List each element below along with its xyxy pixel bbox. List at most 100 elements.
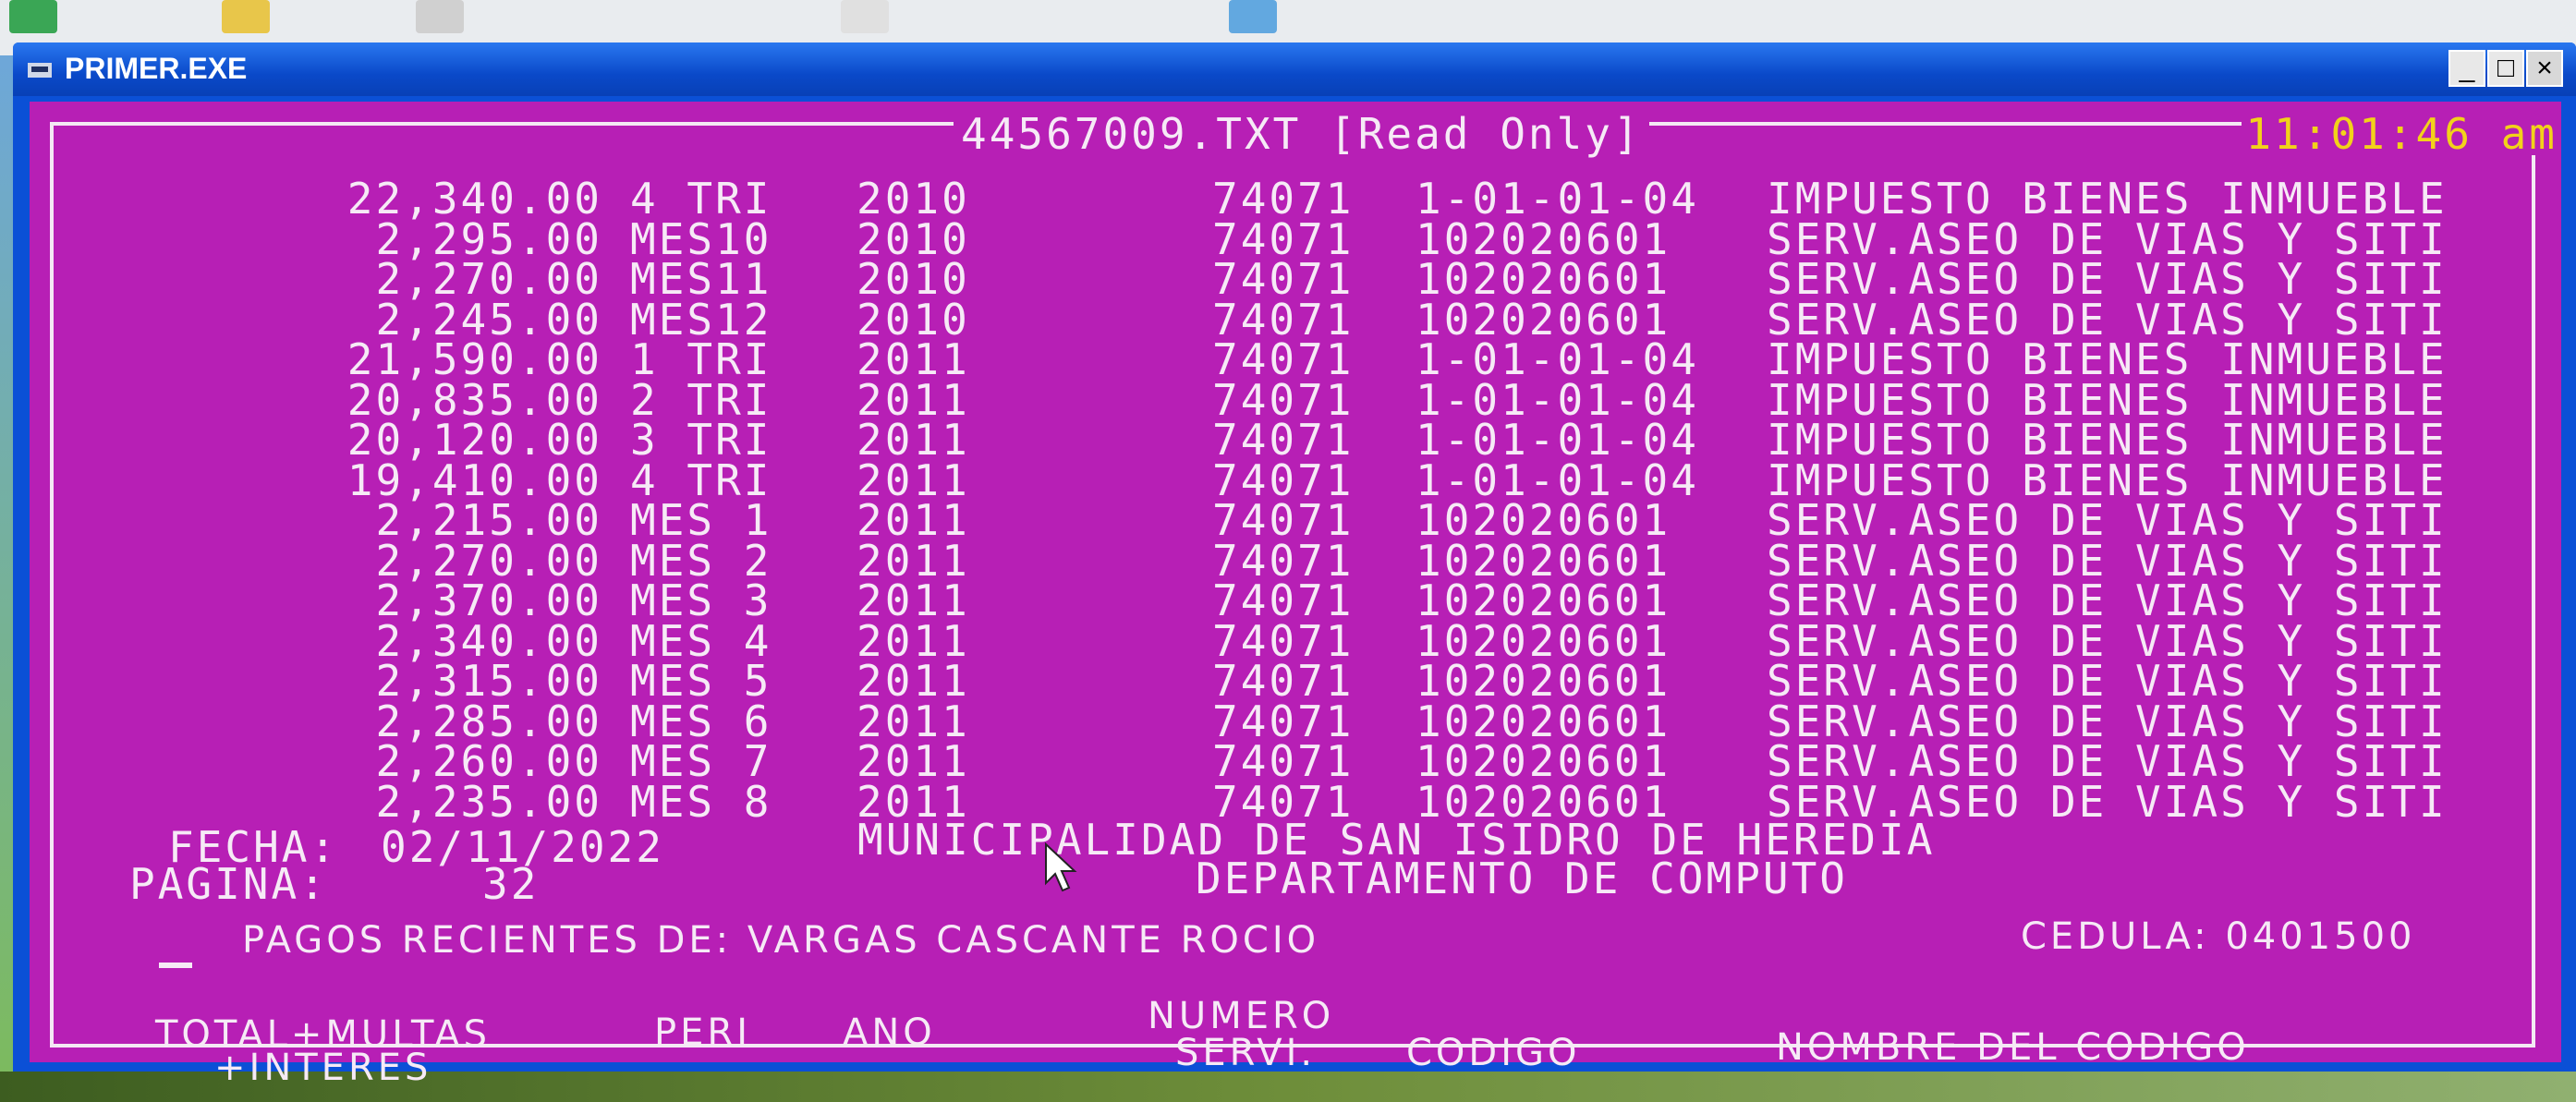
row-periodo-cell: MES 4 [630,615,772,666]
row-periodo-cell: MES 3 [630,575,772,625]
row-periodo-cell: MES11 [630,254,772,304]
table-row: 2,270.00 MES 2 2011 74071 102020601 SERV.ASEO… [30,535,2524,586]
row-total-cell: 21,590.00 [346,334,602,384]
row-nombre-cell: IMPUESTO BIENES INMUEBLE [1767,454,2448,505]
cedula-line: CEDULA: 0401500 [2021,915,2416,958]
table-row: 22,340.00 4 TRI 2010 74071 1-01-01-04 IMPUEST… [30,174,2524,224]
table-row: 2,260.00 MES 7 2011 74071 102020601 SERV.ASEO… [30,736,2524,786]
row-numero-cell: 74071 [1212,415,1355,465]
table-row: 21,590.00 1 TRI 2011 74071 1-01-01-04 IMPUEST… [30,334,2524,384]
table-row: 2,285.00 MES 6 2011 74071 102020601 SERV.ASEO… [30,696,2524,746]
row-codigo-cell: 102020601 [1416,294,1671,345]
row-nombre-cell: SERV.ASEO DE VIAS Y SITI [1767,254,2448,304]
row-total-cell: 20,120.00 [346,415,602,465]
row-nombre-cell: SERV.ASEO DE VIAS Y SITI [1767,615,2448,666]
row-numero-cell: 74071 [1212,213,1355,264]
row-nombre-cell: SERV.ASEO DE VIAS Y SITI [1767,535,2448,586]
row-codigo-cell: 102020601 [1416,736,1671,786]
row-numero-cell: 74071 [1212,535,1355,586]
table-row: 2,370.00 MES 3 2011 74071 102020601 SERV.ASEO… [30,575,2524,625]
row-total-cell: 22,340.00 [346,174,602,224]
app-icon[interactable] [24,54,55,85]
minimize-button[interactable]: _ [2448,50,2485,87]
row-ano-cell: 2011 [857,334,970,384]
row-total-cell: 2,340.00 [375,615,602,666]
desktop-document-icon[interactable] [841,0,889,33]
header-peri: PERI [654,1011,751,1054]
console-screen[interactable]: 44567009.TXT [Read Only] 11:01:46 am 22,… [30,102,2561,1086]
header-ano: ANO [843,1011,936,1054]
row-periodo-cell: MES 1 [630,495,772,545]
table-row: 19,410.00 4 TRI 2011 74071 1-01-01-04 IMPUEST… [30,454,2524,505]
row-numero-cell: 74071 [1212,374,1355,425]
table-row: 2,215.00 MES 1 2011 74071 102020601 SERV.ASEO… [30,495,2524,545]
desktop-shortcut-icon[interactable] [9,0,57,33]
maximize-button[interactable]: □ [2487,50,2524,87]
text-cursor [159,963,192,968]
row-ano-cell: 2011 [857,495,970,545]
header-total-line2: +INTERES [214,1047,432,1089]
header-numero-line2: SERVI. [1175,1032,1317,1074]
row-periodo-cell: MES 7 [630,736,772,786]
row-nombre-cell: IMPUESTO BIENES INMUEBLE [1767,334,2448,384]
file-title: 44567009.TXT [Read Only] [954,113,1649,155]
row-numero-cell: 74071 [1212,736,1355,786]
row-numero-cell: 74071 [1212,575,1355,625]
row-periodo-cell: 2 TRI [630,374,772,425]
close-button[interactable]: × [2526,50,2563,87]
row-ano-cell: 2011 [857,736,970,786]
row-total-cell: 2,295.00 [375,213,602,264]
row-nombre-cell: IMPUESTO BIENES INMUEBLE [1767,374,2448,425]
desktop-app-icon[interactable] [1229,0,1277,33]
row-ano-cell: 2011 [857,454,970,505]
row-periodo-cell: 4 TRI [630,454,772,505]
row-ano-cell: 2011 [857,575,970,625]
row-codigo-cell: 102020601 [1416,575,1671,625]
row-ano-cell: 2011 [857,656,970,706]
row-periodo-cell: MES 8 [630,776,772,827]
row-periodo-cell: 3 TRI [630,415,772,465]
row-codigo-cell: 102020601 [1416,495,1671,545]
row-nombre-cell: IMPUESTO BIENES INMUEBLE [1767,174,2448,224]
row-total-cell: 2,370.00 [375,575,602,625]
org-department: DEPARTAMENTO DE COMPUTO [1196,854,1848,903]
row-numero-cell: 74071 [1212,615,1355,666]
row-codigo-cell: 102020601 [1416,656,1671,706]
row-numero-cell: 74071 [1212,656,1355,706]
row-codigo-cell: 102020601 [1416,254,1671,304]
header-numero-line1: NUMERO [1148,995,1335,1037]
row-periodo-cell: MES 2 [630,535,772,586]
row-numero-cell: 74071 [1212,334,1355,384]
table-row: 2,245.00 MES12 2010 74071 102020601 SERV.ASEO… [30,294,2524,345]
table-row: 2,340.00 MES 4 2011 74071 102020601 SERV.ASEO… [30,615,2524,666]
row-ano-cell: 2011 [857,615,970,666]
row-codigo-cell: 1-01-01-04 [1416,374,1699,425]
row-total-cell: 2,235.00 [375,776,602,827]
row-ano-cell: 2010 [857,254,970,304]
row-codigo-cell: 1-01-01-04 [1416,334,1699,384]
clock: 11:01:46 am [2242,113,2561,155]
row-nombre-cell: SERV.ASEO DE VIAS Y SITI [1767,213,2448,264]
row-total-cell: 2,315.00 [375,656,602,706]
window-titlebar[interactable]: PRIMER.EXE _ □ × [13,42,2576,96]
row-nombre-cell: SERV.ASEO DE VIAS Y SITI [1767,294,2448,345]
desktop-document-icon[interactable] [416,0,464,33]
row-numero-cell: 74071 [1212,454,1355,505]
row-codigo-cell: 1-01-01-04 [1416,174,1699,224]
row-nombre-cell: SERV.ASEO DE VIAS Y SITI [1767,656,2448,706]
row-numero-cell: 74071 [1212,696,1355,746]
row-periodo-cell: MES 5 [630,656,772,706]
row-codigo-cell: 102020601 [1416,535,1671,586]
desktop-folder-icon[interactable] [222,0,270,33]
pagina-label: PAGINA: [129,859,328,909]
row-ano-cell: 2010 [857,294,970,345]
row-periodo-cell: MES12 [630,294,772,345]
table-row: 2,270.00 MES11 2010 74071 102020601 SERV.ASEO… [30,254,2524,304]
row-nombre-cell: SERV.ASEO DE VIAS Y SITI [1767,696,2448,746]
row-total-cell: 2,285.00 [375,696,602,746]
row-total-cell: 2,215.00 [375,495,602,545]
row-ano-cell: 2010 [857,174,970,224]
row-ano-cell: 2011 [857,374,970,425]
row-numero-cell: 74071 [1212,294,1355,345]
row-periodo-cell: MES10 [630,213,772,264]
